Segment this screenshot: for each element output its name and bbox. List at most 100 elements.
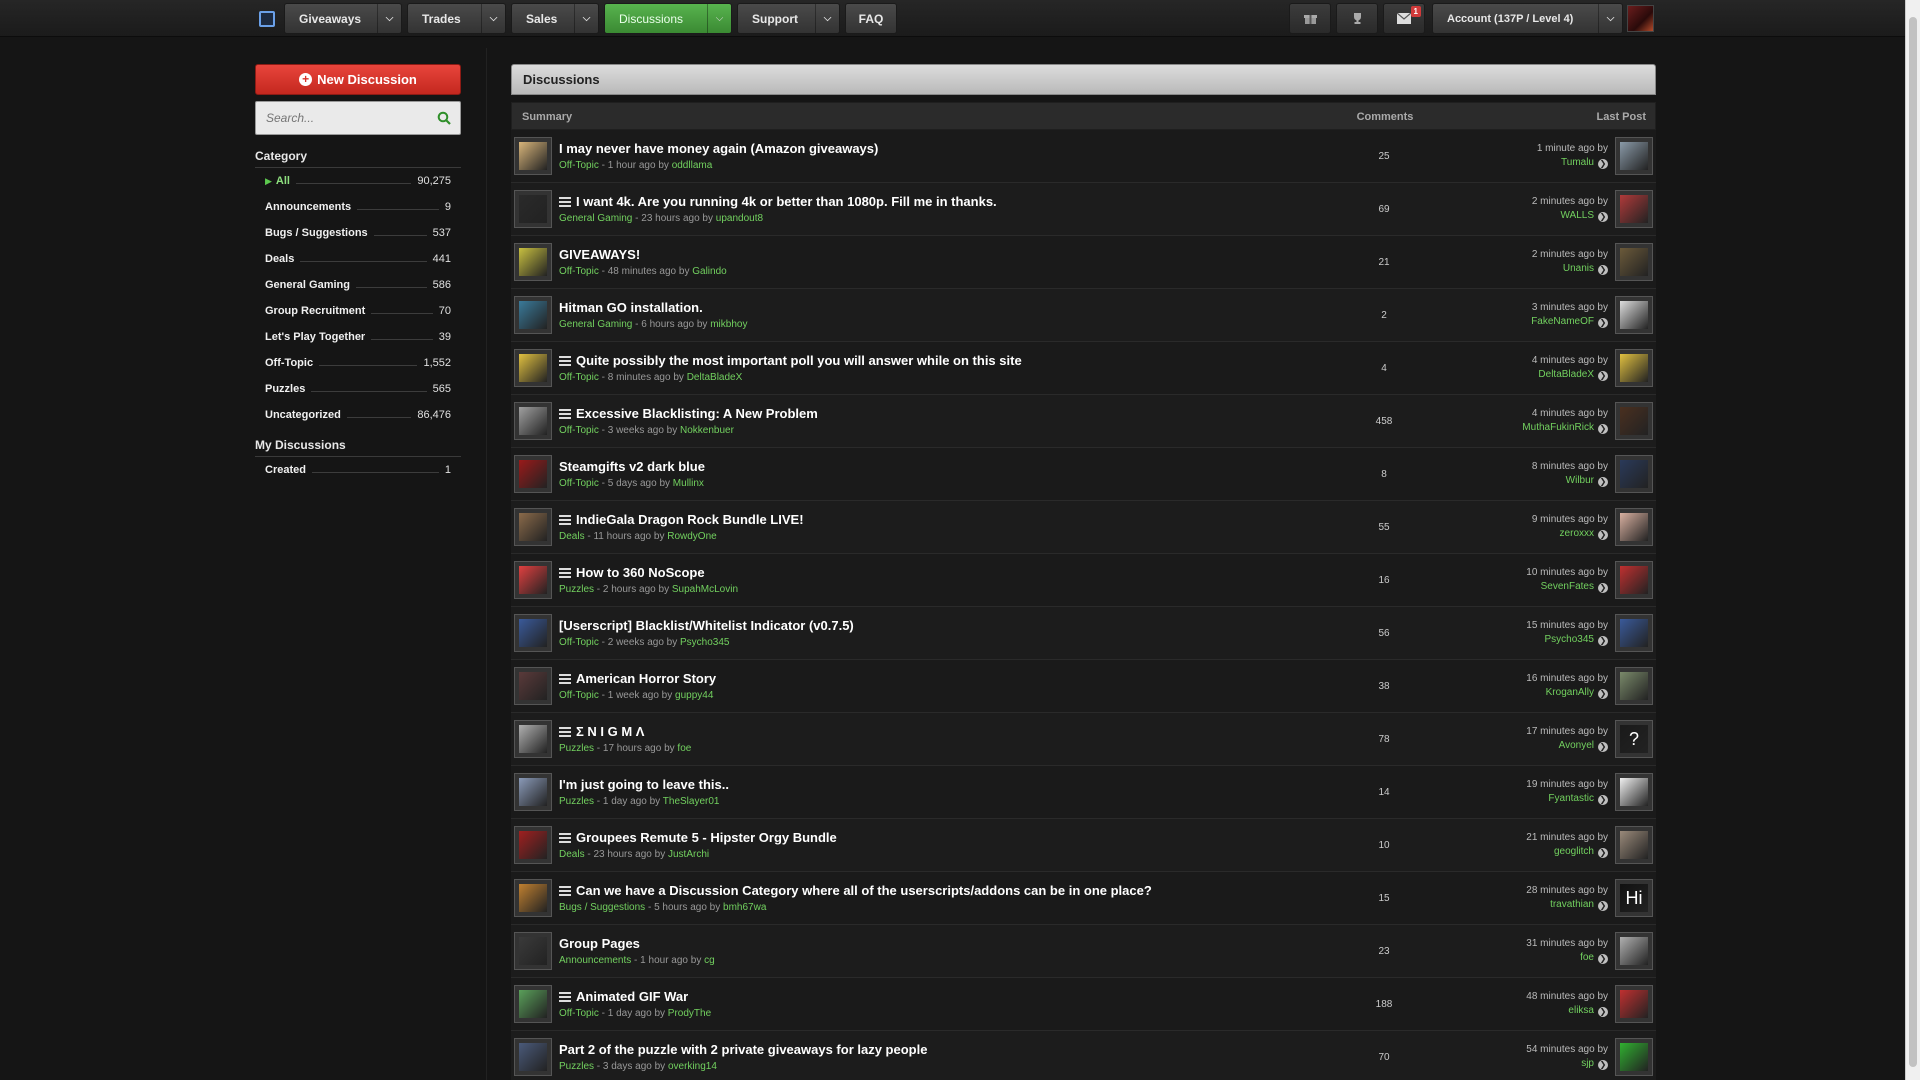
arrow-right-circle-icon[interactable]: ❯ (1598, 477, 1608, 487)
last-post-user-link[interactable]: WALLS (1560, 210, 1594, 221)
chevron-down-icon[interactable]: ⌵ (707, 4, 731, 33)
scrollbar-thumb[interactable] (1909, 17, 1917, 1067)
discussion-title-link[interactable]: Σ N I G M Λ (576, 724, 644, 739)
search-icon[interactable] (437, 111, 451, 125)
author-link[interactable]: guppy44 (675, 690, 713, 701)
last-post-user-link[interactable]: eliksa (1568, 1005, 1594, 1016)
author-avatar[interactable] (514, 190, 552, 228)
last-poster-avatar[interactable] (1615, 561, 1653, 599)
nav-faq[interactable]: FAQ (845, 3, 897, 34)
arrow-right-circle-icon[interactable]: ❯ (1598, 265, 1608, 275)
last-post-user-link[interactable]: zeroxxx (1560, 528, 1594, 539)
discussion-title-link[interactable]: Part 2 of the puzzle with 2 private give… (559, 1042, 927, 1057)
last-poster-avatar[interactable] (1615, 508, 1653, 546)
last-post-user-link[interactable]: Avonyel (1559, 740, 1594, 751)
discussion-title-link[interactable]: Excessive Blacklisting: A New Problem (576, 406, 818, 421)
discussion-title-link[interactable]: Can we have a Discussion Category where … (576, 883, 1152, 898)
last-poster-avatar[interactable] (1615, 985, 1653, 1023)
author-link[interactable]: Mullinx (673, 478, 704, 489)
arrow-right-circle-icon[interactable]: ❯ (1598, 636, 1608, 646)
gift-button[interactable] (1289, 3, 1331, 34)
discussion-category-link[interactable]: Off-Topic (559, 690, 599, 701)
last-post-user-link[interactable]: FakeNameOF (1531, 316, 1594, 327)
last-poster-avatar[interactable] (1615, 296, 1653, 334)
arrow-right-circle-icon[interactable]: ❯ (1598, 1060, 1608, 1070)
arrow-right-circle-icon[interactable]: ❯ (1598, 159, 1608, 169)
category-item[interactable]: Let's Play Together 39 (255, 324, 461, 350)
author-link[interactable]: cg (704, 955, 715, 966)
chevron-down-icon[interactable]: ⌵ (481, 4, 505, 33)
last-post-user-link[interactable]: Psycho345 (1545, 634, 1594, 645)
author-avatar[interactable] (514, 1038, 552, 1076)
author-link[interactable]: bmh67wa (723, 902, 766, 913)
author-link[interactable]: foe (677, 743, 691, 754)
last-post-user-link[interactable]: Unanis (1563, 263, 1594, 274)
discussion-category-link[interactable]: Deals (559, 531, 585, 542)
author-link[interactable]: TheSlayer01 (663, 796, 720, 807)
arrow-right-circle-icon[interactable]: ❯ (1598, 318, 1608, 328)
arrow-right-circle-icon[interactable]: ❯ (1598, 954, 1608, 964)
discussion-category-link[interactable]: Off-Topic (559, 478, 599, 489)
arrow-right-circle-icon[interactable]: ❯ (1598, 742, 1608, 752)
author-avatar[interactable] (514, 508, 552, 546)
arrow-right-circle-icon[interactable]: ❯ (1598, 689, 1608, 699)
discussion-category-link[interactable]: Announcements (559, 955, 631, 966)
last-poster-avatar[interactable] (1615, 243, 1653, 281)
author-avatar[interactable] (514, 296, 552, 334)
search-input[interactable] (256, 102, 426, 134)
category-item[interactable]: Puzzles 565 (255, 376, 461, 402)
discussion-category-link[interactable]: Bugs / Suggestions (559, 902, 645, 913)
chevron-down-icon[interactable]: ⌵ (574, 4, 598, 33)
discussion-title-link[interactable]: How to 360 NoScope (576, 565, 705, 580)
trophy-button[interactable] (1336, 3, 1378, 34)
author-link[interactable]: upandout8 (716, 213, 763, 224)
author-link[interactable]: oddllama (672, 160, 713, 171)
author-avatar[interactable] (514, 402, 552, 440)
last-poster-avatar[interactable] (1615, 773, 1653, 811)
discussion-category-link[interactable]: Puzzles (559, 796, 594, 807)
author-link[interactable]: overking14 (668, 1061, 717, 1072)
author-link[interactable]: Psycho345 (680, 637, 729, 648)
discussion-title-link[interactable]: I may never have money again (Amazon giv… (559, 141, 878, 156)
last-post-user-link[interactable]: Fyantastic (1548, 793, 1594, 804)
last-poster-avatar[interactable] (1615, 349, 1653, 387)
last-poster-avatar[interactable] (1615, 455, 1653, 493)
last-poster-avatar[interactable] (1615, 402, 1653, 440)
discussion-title-link[interactable]: Quite possibly the most important poll y… (576, 353, 1022, 368)
last-post-user-link[interactable]: KroganAlly (1546, 687, 1594, 698)
last-poster-avatar[interactable] (1615, 190, 1653, 228)
discussion-title-link[interactable]: GIVEAWAYS! (559, 247, 640, 262)
last-post-user-link[interactable]: MuthaFukinRick (1522, 422, 1594, 433)
discussion-title-link[interactable]: Hitman GO installation. (559, 300, 703, 315)
last-poster-avatar[interactable] (1615, 667, 1653, 705)
discussion-category-link[interactable]: Deals (559, 849, 585, 860)
author-avatar[interactable] (514, 720, 552, 758)
last-poster-avatar[interactable] (1615, 1038, 1653, 1076)
author-avatar[interactable] (514, 349, 552, 387)
nav-trades[interactable]: Trades ⌵ (407, 3, 506, 34)
arrow-right-circle-icon[interactable]: ❯ (1598, 583, 1608, 593)
chevron-down-icon[interactable]: ⌵ (815, 4, 839, 33)
category-item[interactable]: ▶ All 90,275 (255, 168, 461, 194)
author-avatar[interactable] (514, 137, 552, 175)
arrow-right-circle-icon[interactable]: ❯ (1598, 424, 1608, 434)
category-item[interactable]: Deals 441 (255, 246, 461, 272)
discussion-title-link[interactable]: American Horror Story (576, 671, 716, 686)
arrow-right-circle-icon[interactable]: ❯ (1598, 901, 1608, 911)
category-item[interactable]: Group Recruitment 70 (255, 298, 461, 324)
author-link[interactable]: SupahMcLovin (672, 584, 738, 595)
discussion-category-link[interactable]: Puzzles (559, 1061, 594, 1072)
discussion-category-link[interactable]: Off-Topic (559, 1008, 599, 1019)
discussion-title-link[interactable]: Groupees Remute 5 - Hipster Orgy Bundle (576, 830, 837, 845)
site-logo-icon[interactable] (259, 11, 275, 27)
last-post-user-link[interactable]: geoglitch (1554, 846, 1594, 857)
category-item[interactable]: Uncategorized 86,476 (255, 402, 461, 428)
discussion-category-link[interactable]: Off-Topic (559, 637, 599, 648)
discussion-title-link[interactable]: I'm just going to leave this.. (559, 777, 729, 792)
last-post-user-link[interactable]: sjp (1581, 1058, 1594, 1069)
last-post-user-link[interactable]: SevenFates (1541, 581, 1594, 592)
new-discussion-button[interactable]: + New Discussion (255, 64, 461, 95)
arrow-right-circle-icon[interactable]: ❯ (1598, 530, 1608, 540)
category-item[interactable]: Bugs / Suggestions 537 (255, 220, 461, 246)
author-avatar[interactable] (514, 667, 552, 705)
